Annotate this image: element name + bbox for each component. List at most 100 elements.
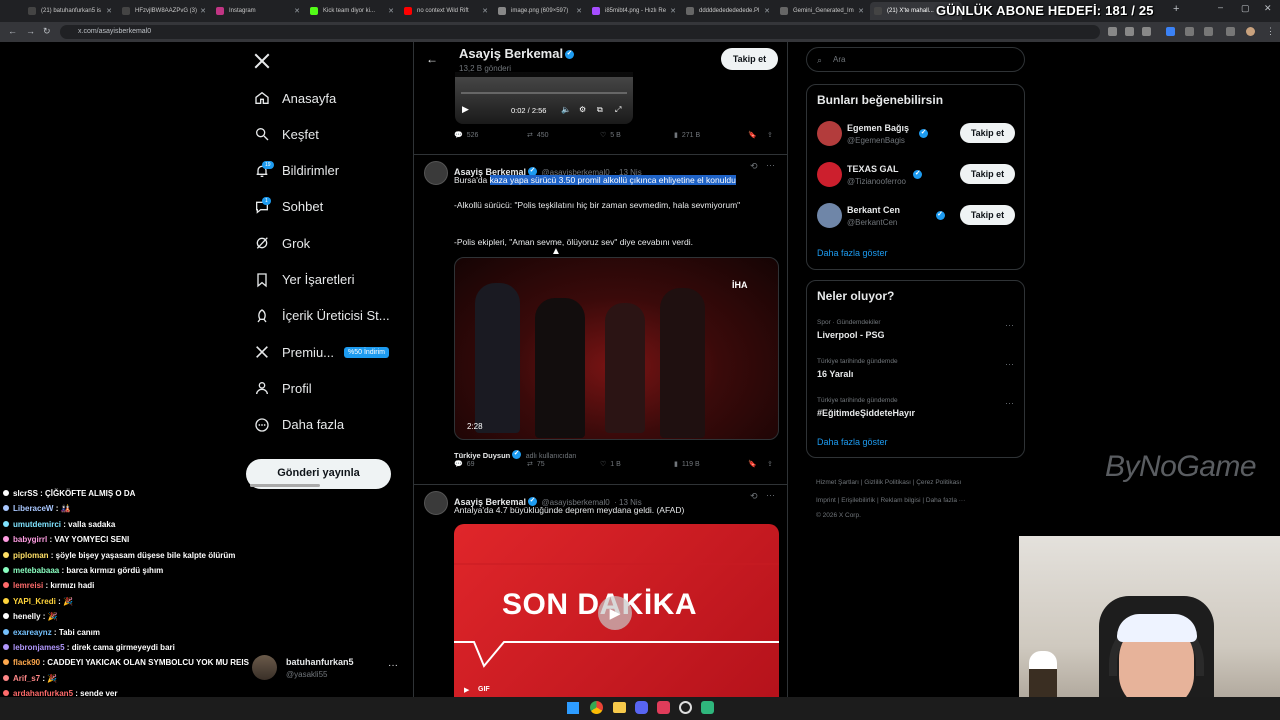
avatar[interactable]	[424, 161, 448, 185]
footer-link[interactable]: Daha fazla ···	[926, 497, 965, 504]
tab-close-icon[interactable]: ✕	[764, 7, 770, 15]
browser-tab[interactable]: image.png (609×597) ✕	[494, 2, 586, 20]
like-button[interactable]: ♡ 1 B	[600, 460, 621, 468]
reply-button[interactable]: 💬 69	[454, 460, 475, 468]
browser-tab[interactable]: Instagram ✕	[212, 2, 304, 20]
tab-close-icon[interactable]: ✕	[482, 7, 488, 15]
play-icon[interactable]: ▶	[598, 596, 632, 630]
follow-button[interactable]: Takip et	[960, 123, 1015, 143]
trend-item[interactable]: #EğitimdeŞiddeteHayır	[817, 408, 915, 418]
share-icon[interactable]: ⇪	[767, 131, 773, 139]
x-logo-icon[interactable]	[253, 52, 271, 70]
source-name[interactable]: Türkiye Duysun	[454, 451, 510, 460]
grok-icon[interactable]: ⟲	[750, 491, 758, 502]
retweet-button[interactable]: ⇄ 450	[527, 131, 549, 139]
footer-link[interactable]: Imprint	[816, 497, 836, 504]
avatar[interactable]	[424, 491, 448, 515]
footer-link[interactable]: Gizlilik Politikası	[864, 479, 911, 486]
search-input[interactable]: ⌕ Ara	[806, 47, 1025, 72]
maximize-icon[interactable]: ▢	[1241, 3, 1250, 14]
tab-close-icon[interactable]: ✕	[670, 7, 676, 15]
footer-link[interactable]: Reklam bilgisi	[880, 497, 920, 504]
show-more-link[interactable]: Daha fazla göster	[817, 437, 888, 447]
sidebar-item[interactable]: Grok	[254, 231, 310, 255]
trend-item[interactable]: Liverpool - PSG	[817, 330, 885, 340]
avatar[interactable]	[817, 203, 842, 228]
sidebar-item[interactable]: Daha fazla	[254, 413, 344, 437]
play-icon[interactable]: ▶	[462, 104, 469, 115]
extension-icon[interactable]	[1204, 27, 1213, 36]
like-button[interactable]: ♡ 5 B	[600, 131, 621, 139]
volume-icon[interactable]: 🔈	[561, 105, 571, 114]
more-icon[interactable]: ···	[1005, 398, 1014, 408]
forward-icon[interactable]: →	[26, 26, 35, 36]
sidebar-item[interactable]: İçerik Üreticisi St...	[254, 304, 390, 328]
url-field[interactable]: x.com/asayisberkemal0	[60, 25, 1100, 39]
more-icon[interactable]: ···	[1005, 320, 1014, 330]
browser-tab[interactable]: (21) batuhanfurkan5 is ✕	[24, 2, 116, 20]
user-name[interactable]: TEXAS GAL	[847, 164, 899, 174]
sidebar-item[interactable]: Premiu... %50 İndirim	[254, 340, 389, 364]
browser-tab[interactable]: i85mibt4.png - Hızlı Re ✕	[588, 2, 680, 20]
follow-button[interactable]: Takip et	[960, 205, 1015, 225]
avatar[interactable]	[817, 162, 842, 187]
more-icon[interactable]: ···	[1005, 359, 1014, 369]
bookmark-icon[interactable]: 🔖	[748, 460, 757, 468]
sidebar-item[interactable]: Yer İşaretleri	[254, 268, 355, 292]
tab-close-icon[interactable]: ✕	[106, 7, 112, 15]
sidebar-item[interactable]: 1 Sohbet	[254, 195, 323, 219]
gif-play-icon[interactable]: ▶	[464, 686, 469, 694]
chrome-icon[interactable]	[590, 701, 603, 714]
extension-icon[interactable]	[1166, 27, 1175, 36]
more-icon[interactable]: ···	[766, 160, 775, 170]
trend-item[interactable]: 16 Yaralı	[817, 369, 853, 379]
video-progress-bar[interactable]	[461, 92, 627, 94]
account-switcher[interactable]: batuhanfurkan5 @yasakli55 ···	[252, 652, 404, 684]
tab-close-icon[interactable]: ✕	[200, 7, 206, 15]
file-explorer-icon[interactable]	[613, 702, 626, 713]
extension-icon[interactable]	[1185, 27, 1194, 36]
follow-button[interactable]: Takip et	[721, 48, 778, 70]
browser-tab[interactable]: Kick team diyor ki... ✕	[306, 2, 398, 20]
reload-icon[interactable]: ↻	[43, 26, 51, 37]
browser-tab[interactable]: no context Wild Rift ✕	[400, 2, 492, 20]
new-tab-icon[interactable]: +	[1173, 3, 1179, 15]
footer-link[interactable]: Erişilebilirlik	[841, 497, 875, 504]
follow-button[interactable]: Takip et	[960, 164, 1015, 184]
sidebar-item[interactable]: Anasayfa	[254, 86, 336, 110]
tab-close-icon[interactable]: ✕	[388, 7, 394, 15]
share-icon[interactable]: ⇪	[767, 460, 773, 468]
avatar[interactable]	[817, 121, 842, 146]
extension-icon[interactable]	[1142, 27, 1151, 36]
back-icon[interactable]: ←	[8, 26, 17, 36]
reply-button[interactable]: 💬 526	[454, 131, 478, 139]
sidebar-item[interactable]: 19 Bildirimler	[254, 159, 339, 183]
sidebar-item[interactable]: Keşfet	[254, 122, 319, 146]
minimize-icon[interactable]: –	[1218, 2, 1223, 12]
retweet-button[interactable]: ⇄ 75	[527, 460, 545, 468]
obs-icon[interactable]	[679, 701, 692, 714]
user-name[interactable]: Berkant Cen	[847, 205, 900, 215]
pip-icon[interactable]: ⧉	[597, 105, 603, 115]
tweet-video[interactable]: İHA 2:28	[454, 257, 779, 440]
app-icon[interactable]	[701, 701, 714, 714]
back-arrow-icon[interactable]: ←	[426, 52, 438, 66]
windows-start-icon[interactable]	[567, 702, 579, 714]
tweet-gif[interactable]: SON DAKİKA ▶ ▶ GIF	[454, 524, 779, 697]
show-more-link[interactable]: Daha fazla göster	[817, 248, 888, 258]
tab-close-icon[interactable]: ✕	[576, 7, 582, 15]
tab-close-icon[interactable]: ✕	[294, 7, 300, 15]
discord-icon[interactable]	[635, 701, 648, 714]
more-icon[interactable]: ···	[766, 490, 775, 500]
extension-icon[interactable]	[1125, 27, 1134, 36]
close-window-icon[interactable]: ✕	[1264, 3, 1272, 14]
video-player[interactable]: ▶ 0:02 / 2:56 🔈 ⚙ ⧉ ⤢	[455, 72, 633, 124]
footer-link[interactable]: Çerez Politikası	[916, 479, 961, 486]
browser-tab[interactable]: dddddededededede.Pl ✕	[682, 2, 774, 20]
user-name[interactable]: Egemen Bağış	[847, 123, 909, 133]
app-icon[interactable]	[657, 701, 670, 714]
tab-close-icon[interactable]: ✕	[858, 7, 864, 15]
footer-link[interactable]: Hizmet Şartları	[816, 479, 859, 486]
bookmark-icon[interactable]: 🔖	[748, 131, 757, 139]
grok-icon[interactable]: ⟲	[750, 161, 758, 172]
